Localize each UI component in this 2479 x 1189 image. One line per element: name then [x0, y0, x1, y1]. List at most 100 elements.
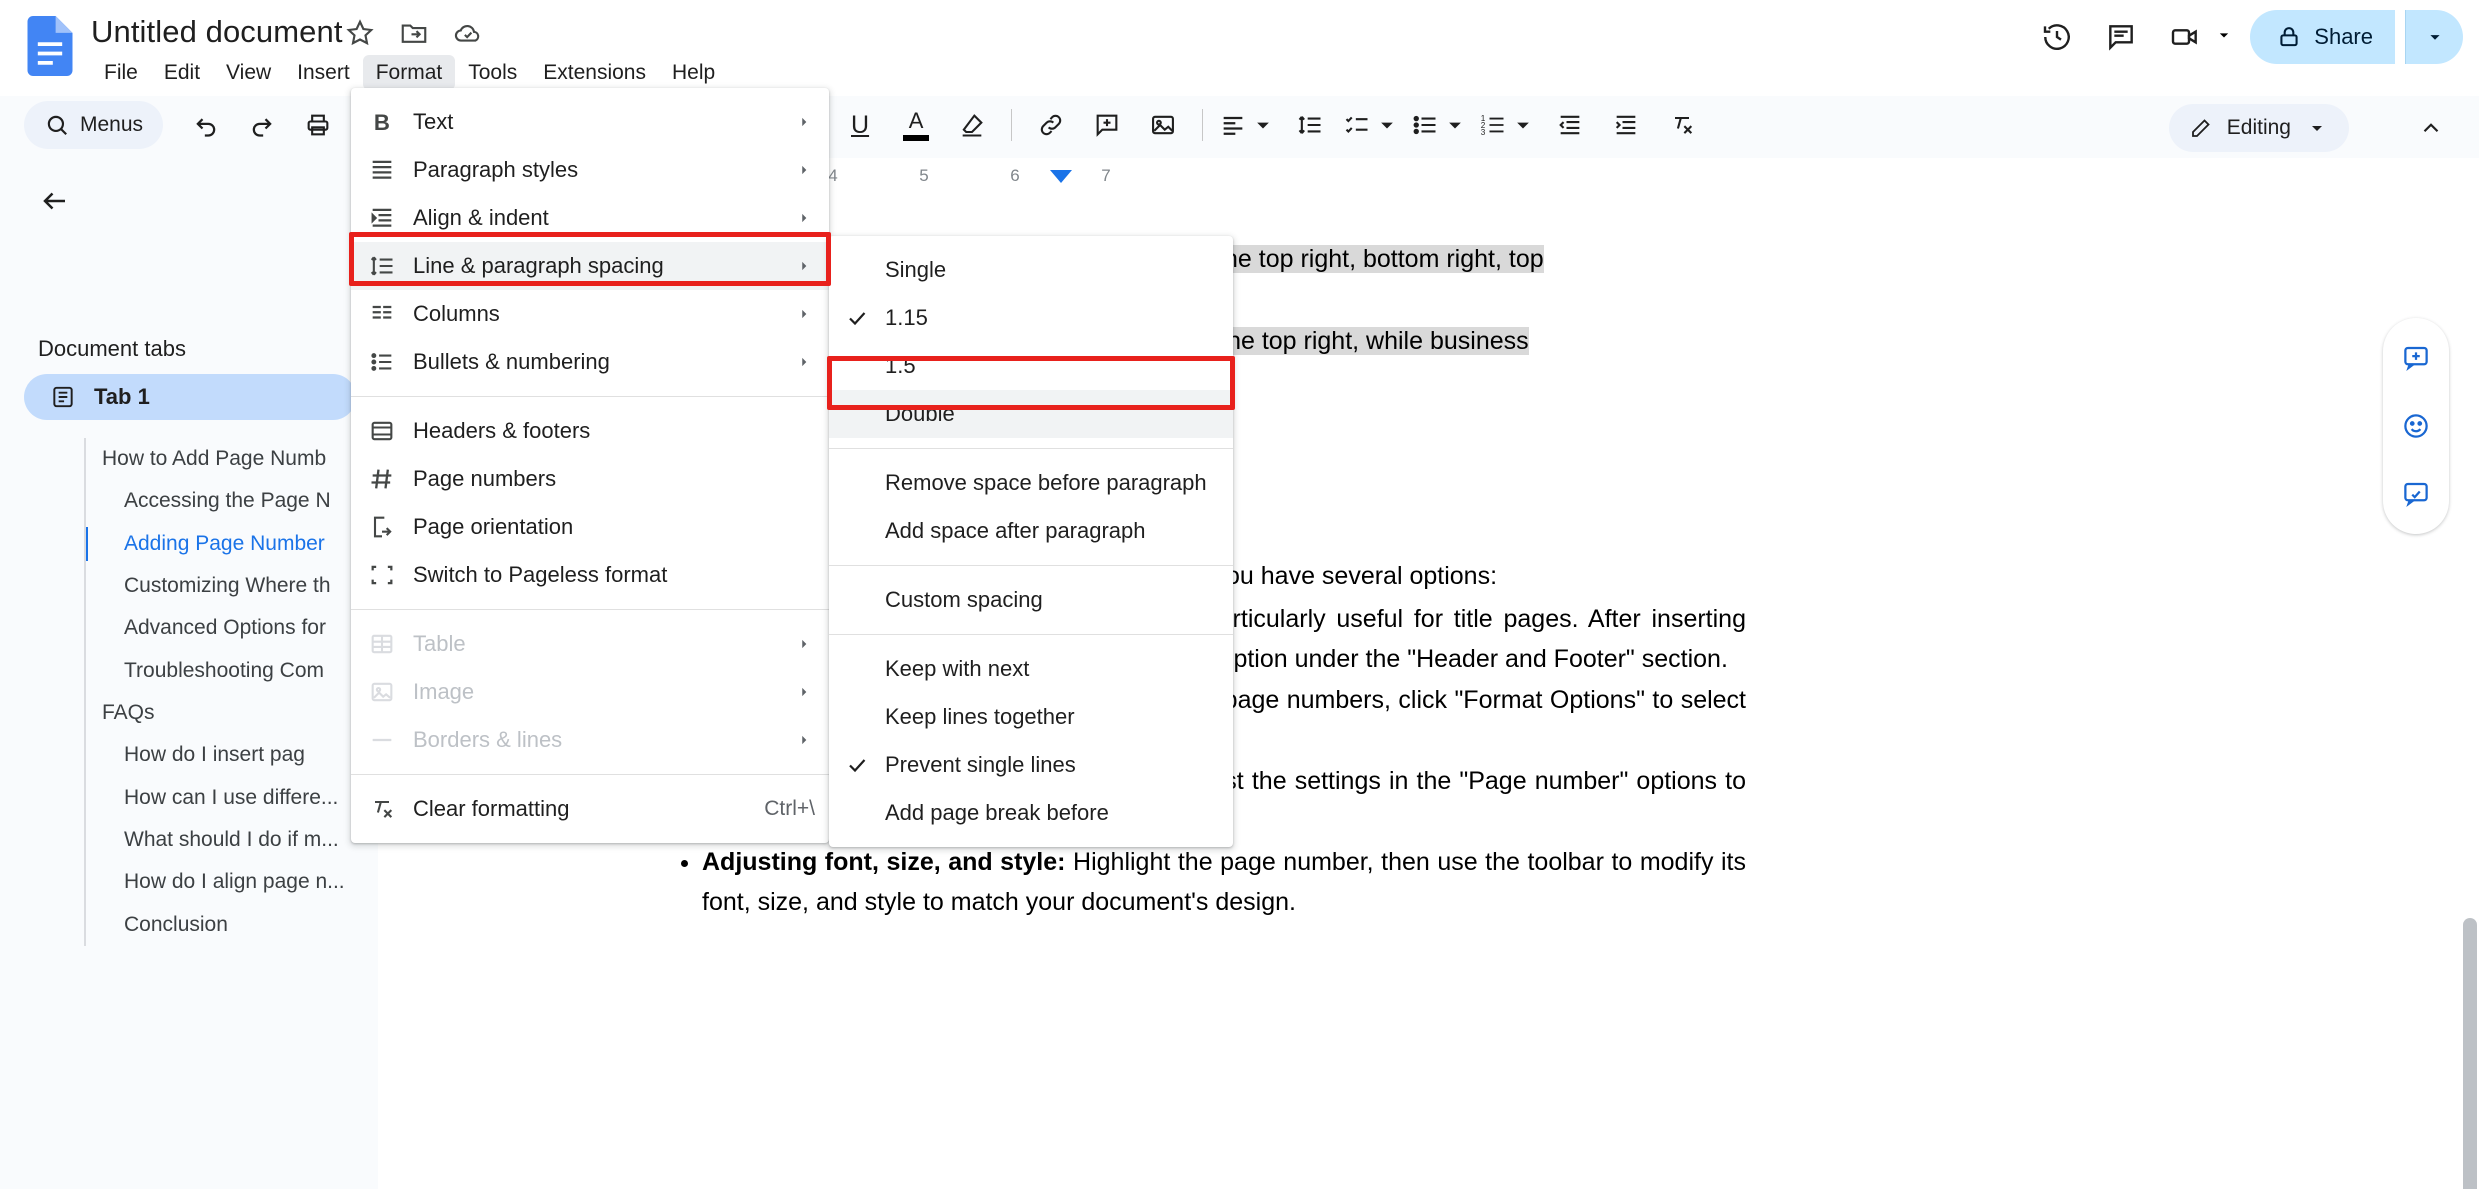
- chevron-right-icon: [793, 685, 815, 699]
- menu-insert[interactable]: Insert: [284, 55, 363, 90]
- decrease-indent-icon[interactable]: [1543, 101, 1597, 149]
- submenu-item-1-5[interactable]: 1.5: [829, 342, 1233, 390]
- sidebar-item-tab-1[interactable]: Tab 1: [24, 374, 356, 420]
- outline-item[interactable]: Conclusion: [86, 904, 384, 946]
- increase-indent-icon[interactable]: [1599, 101, 1653, 149]
- svg-text:B: B: [374, 110, 390, 135]
- submenu-item-remove-space-before[interactable]: Remove space before paragraph: [829, 459, 1233, 507]
- align-left-icon[interactable]: [1215, 101, 1281, 149]
- suggest-edits-icon[interactable]: [2390, 468, 2442, 520]
- format-menu[interactable]: B Text Paragraph styles Align & indent L…: [351, 88, 829, 843]
- menu-item-headers-footers[interactable]: Headers & footers: [351, 407, 829, 455]
- menu-format[interactable]: Format: [362, 54, 456, 90]
- outline-item[interactable]: FAQs: [86, 692, 384, 734]
- bulleted-list-icon[interactable]: [1407, 101, 1473, 149]
- menu-item-switch-pageless[interactable]: Switch to Pageless format: [351, 551, 829, 599]
- submenu-item-keep-lines-together[interactable]: Keep lines together: [829, 693, 1233, 741]
- menu-item-clear-formatting[interactable]: Clear formatting Ctrl+\: [351, 785, 829, 833]
- editing-mode-button[interactable]: Editing: [2168, 104, 2349, 152]
- move-to-folder-icon[interactable]: [399, 18, 429, 48]
- menu-item-columns[interactable]: Columns: [351, 290, 829, 338]
- menu-file[interactable]: File: [91, 55, 151, 90]
- redo-icon[interactable]: [235, 101, 289, 149]
- text-color-button[interactable]: A: [889, 101, 943, 149]
- align-indent-icon: [351, 204, 413, 232]
- line-spacing-icon[interactable]: [1283, 101, 1337, 149]
- submenu-item-single[interactable]: Single: [829, 246, 1233, 294]
- submenu-item-label: Remove space before paragraph: [885, 470, 1207, 495]
- document-title[interactable]: Untitled document: [91, 14, 343, 50]
- share-options-button[interactable]: [2405, 10, 2463, 64]
- google-docs-logo-icon[interactable]: [27, 16, 73, 76]
- emoji-reaction-icon[interactable]: [2390, 400, 2442, 452]
- numbered-list-icon[interactable]: 123: [1475, 101, 1541, 149]
- submenu-item-custom-spacing[interactable]: Custom spacing: [829, 576, 1233, 624]
- ruler-tick: 6: [1010, 166, 1020, 185]
- clear-formatting-icon[interactable]: [1655, 101, 1709, 149]
- chevron-down-icon: [2312, 126, 2322, 131]
- menu-item-table: Table: [351, 620, 829, 668]
- right-indent-marker[interactable]: [1050, 170, 1072, 183]
- insert-link-icon[interactable]: [1024, 101, 1078, 149]
- submenu-item-add-page-break-before[interactable]: Add page break before: [829, 789, 1233, 837]
- menu-extensions[interactable]: Extensions: [530, 55, 659, 90]
- share-button[interactable]: Share: [2250, 10, 2395, 64]
- vertical-scrollbar[interactable]: [2463, 918, 2477, 1189]
- checklist-icon[interactable]: [1339, 101, 1405, 149]
- menu-item-label: Line & paragraph spacing: [413, 253, 664, 278]
- meet-chevron-down-icon[interactable]: [2214, 25, 2234, 50]
- menu-edit[interactable]: Edit: [151, 55, 213, 90]
- outline-item[interactable]: Advanced Options for: [86, 607, 384, 649]
- outline-item[interactable]: Customizing Where th: [86, 565, 384, 607]
- menu-tools[interactable]: Tools: [455, 55, 530, 90]
- menu-view[interactable]: View: [213, 55, 284, 90]
- submenu-item-prevent-single-lines[interactable]: Prevent single lines: [829, 741, 1233, 789]
- outline-item[interactable]: Accessing the Page N: [86, 480, 384, 522]
- menus-button[interactable]: Menus: [24, 101, 164, 149]
- table-icon: [351, 630, 413, 658]
- menu-item-page-orientation[interactable]: Page orientation: [351, 503, 829, 551]
- video-camera-icon[interactable]: [2158, 10, 2212, 64]
- menu-separator: [351, 774, 829, 775]
- comment-icon[interactable]: [2094, 10, 2148, 64]
- outline-item-active[interactable]: Adding Page Number: [86, 523, 384, 565]
- menu-item-page-numbers[interactable]: Page numbers: [351, 455, 829, 503]
- star-icon[interactable]: [345, 18, 375, 48]
- headers-footers-icon: [351, 417, 413, 445]
- submenu-item-add-space-after[interactable]: Add space after paragraph: [829, 507, 1233, 555]
- highlighter-icon[interactable]: [945, 101, 999, 149]
- menu-item-bullets-numbering[interactable]: Bullets & numbering: [351, 338, 829, 386]
- menu-item-paragraph-styles[interactable]: Paragraph styles: [351, 146, 829, 194]
- outline-item[interactable]: Troubleshooting Com: [86, 650, 384, 692]
- chevron-right-icon: [793, 115, 815, 129]
- cloud-saved-icon[interactable]: [453, 18, 483, 48]
- menu-separator: [829, 565, 1233, 566]
- outline-item[interactable]: What should I do if m...: [86, 819, 384, 861]
- menu-item-text[interactable]: B Text: [351, 98, 829, 146]
- add-comment-icon[interactable]: [1080, 101, 1134, 149]
- line-paragraph-spacing-submenu[interactable]: Single 1.15 1.5 Double Remove space befo…: [829, 236, 1233, 847]
- outline-item[interactable]: How do I insert pag: [86, 734, 384, 776]
- outline-item[interactable]: How do I align page n...: [86, 861, 384, 903]
- outline-item[interactable]: How to Add Page Numb: [86, 438, 384, 480]
- collapse-toolbar-button[interactable]: [2407, 104, 2455, 152]
- submenu-item-keep-with-next[interactable]: Keep with next: [829, 645, 1233, 693]
- new-comment-icon[interactable]: [2390, 332, 2442, 384]
- outline-item[interactable]: How can I use differe...: [86, 777, 384, 819]
- insert-image-icon[interactable]: [1136, 101, 1190, 149]
- submenu-item-1-15[interactable]: 1.15: [829, 294, 1233, 342]
- submenu-item-double[interactable]: Double: [829, 390, 1233, 438]
- share-label: Share: [2314, 24, 2373, 49]
- menus-label: Menus: [80, 113, 144, 136]
- toolbar-divider: [1202, 109, 1204, 141]
- underline-button[interactable]: U: [833, 101, 887, 149]
- submenu-item-label: Prevent single lines: [885, 752, 1076, 777]
- menu-item-line-paragraph-spacing[interactable]: Line & paragraph spacing: [351, 242, 829, 290]
- arrow-back-icon[interactable]: [30, 176, 80, 226]
- version-history-icon[interactable]: [2030, 10, 2084, 64]
- meet-button[interactable]: [2158, 10, 2240, 64]
- menu-item-align-indent[interactable]: Align & indent: [351, 194, 829, 242]
- undo-icon[interactable]: [179, 101, 233, 149]
- print-icon[interactable]: [291, 101, 345, 149]
- menu-help[interactable]: Help: [659, 55, 728, 90]
